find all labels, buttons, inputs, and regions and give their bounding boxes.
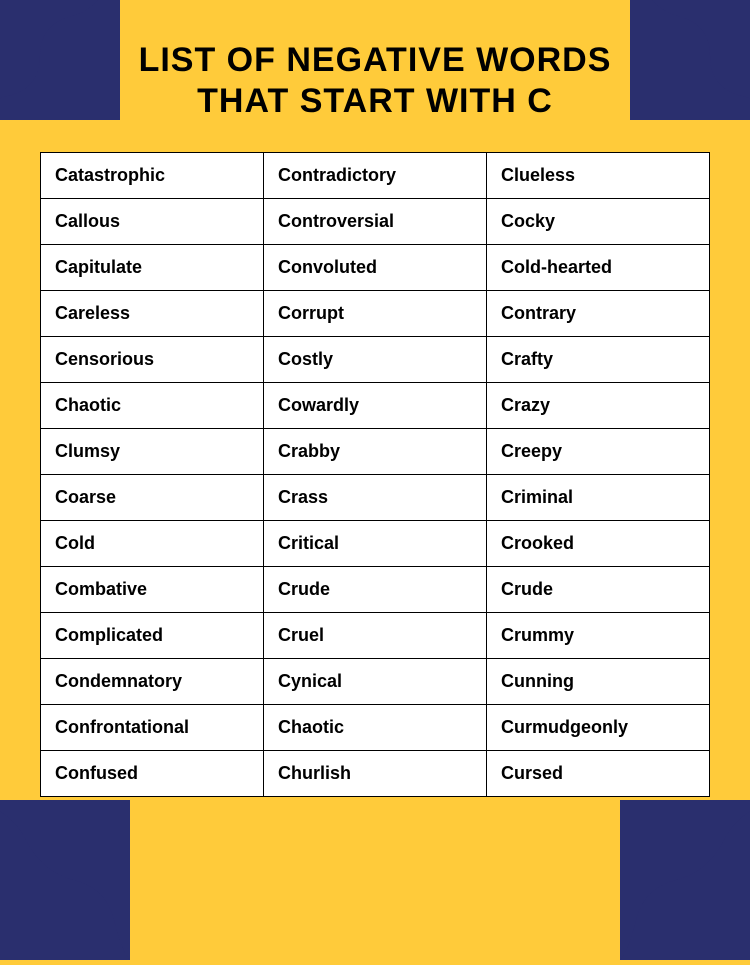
word-cell: Crummy bbox=[487, 612, 710, 658]
table-row: CarelessCorruptContrary bbox=[41, 290, 710, 336]
word-cell: Careless bbox=[41, 290, 264, 336]
word-cell: Crabby bbox=[264, 428, 487, 474]
table-row: ComplicatedCruelCrummy bbox=[41, 612, 710, 658]
word-cell: Chaotic bbox=[264, 704, 487, 750]
word-cell: Condemnatory bbox=[41, 658, 264, 704]
word-cell: Catastrophic bbox=[41, 152, 264, 198]
word-cell: Censorious bbox=[41, 336, 264, 382]
word-cell: Crude bbox=[264, 566, 487, 612]
word-cell: Crass bbox=[264, 474, 487, 520]
table-row: ChaoticCowardlyCrazy bbox=[41, 382, 710, 428]
table-row: ClumsyCrabbyCreepy bbox=[41, 428, 710, 474]
word-cell: Critical bbox=[264, 520, 487, 566]
word-cell: Corrupt bbox=[264, 290, 487, 336]
word-cell: Confused bbox=[41, 750, 264, 796]
word-cell: Costly bbox=[264, 336, 487, 382]
word-cell: Cynical bbox=[264, 658, 487, 704]
table-row: CondemnatoryCynicalCunning bbox=[41, 658, 710, 704]
word-cell: Creepy bbox=[487, 428, 710, 474]
word-cell: Confrontational bbox=[41, 704, 264, 750]
word-cell: Coarse bbox=[41, 474, 264, 520]
table-row: CapitulateConvolutedCold-hearted bbox=[41, 244, 710, 290]
word-cell: Clumsy bbox=[41, 428, 264, 474]
page-title: LIST OF NEGATIVE WORDS THAT START WITH C bbox=[40, 40, 710, 122]
content-container: LIST OF NEGATIVE WORDS THAT START WITH C… bbox=[0, 0, 750, 837]
word-cell: Crazy bbox=[487, 382, 710, 428]
word-cell: Cowardly bbox=[264, 382, 487, 428]
word-cell: Controversial bbox=[264, 198, 487, 244]
word-cell: Cold bbox=[41, 520, 264, 566]
word-cell: Crooked bbox=[487, 520, 710, 566]
word-cell: Cocky bbox=[487, 198, 710, 244]
word-cell: Cunning bbox=[487, 658, 710, 704]
word-cell: Chaotic bbox=[41, 382, 264, 428]
word-cell: Cursed bbox=[487, 750, 710, 796]
table-row: CensoriousCostlyCrafty bbox=[41, 336, 710, 382]
word-cell: Crude bbox=[487, 566, 710, 612]
word-cell: Churlish bbox=[264, 750, 487, 796]
title-line-2: THAT START WITH C bbox=[197, 82, 553, 120]
word-cell: Curmudgeonly bbox=[487, 704, 710, 750]
title-line-1: LIST OF NEGATIVE WORDS bbox=[139, 41, 612, 79]
table-row: CatastrophicContradictoryClueless bbox=[41, 152, 710, 198]
word-cell: Criminal bbox=[487, 474, 710, 520]
table-row: CombativeCrudeCrude bbox=[41, 566, 710, 612]
table-row: CallousControversialCocky bbox=[41, 198, 710, 244]
table-row: ColdCriticalCrooked bbox=[41, 520, 710, 566]
table-row: ConfrontationalChaoticCurmudgeonly bbox=[41, 704, 710, 750]
words-table: CatastrophicContradictoryCluelessCallous… bbox=[40, 152, 710, 797]
word-cell: Convoluted bbox=[264, 244, 487, 290]
word-cell: Clueless bbox=[487, 152, 710, 198]
word-cell: Capitulate bbox=[41, 244, 264, 290]
word-cell: Contrary bbox=[487, 290, 710, 336]
word-cell: Cold-hearted bbox=[487, 244, 710, 290]
table-row: CoarseCrassCriminal bbox=[41, 474, 710, 520]
word-cell: Cruel bbox=[264, 612, 487, 658]
word-cell: Complicated bbox=[41, 612, 264, 658]
word-cell: Combative bbox=[41, 566, 264, 612]
word-cell: Callous bbox=[41, 198, 264, 244]
table-row: ConfusedChurlishCursed bbox=[41, 750, 710, 796]
word-cell: Contradictory bbox=[264, 152, 487, 198]
word-cell: Crafty bbox=[487, 336, 710, 382]
